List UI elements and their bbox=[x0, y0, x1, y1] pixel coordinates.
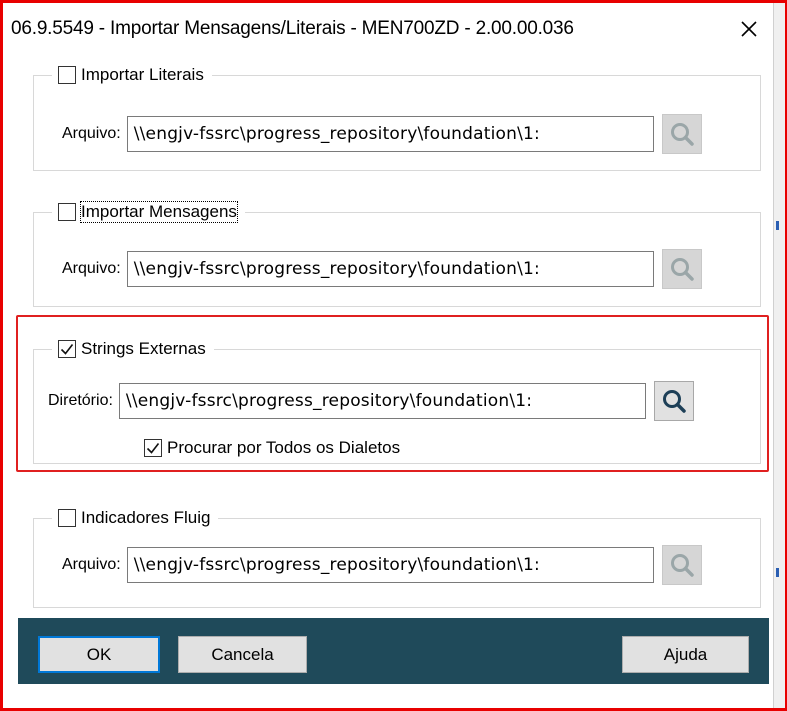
indicadores-fluig-toggle[interactable]: Indicadores Fluig bbox=[52, 505, 219, 531]
background-window-edge bbox=[773, 3, 785, 708]
strings-externas-label: Strings Externas bbox=[81, 339, 206, 358]
todos-dialetos-checkbox[interactable] bbox=[144, 439, 162, 457]
checkmark-icon bbox=[146, 443, 160, 454]
importar-mensagens-label: Importar Mensagens bbox=[80, 201, 238, 223]
literais-file-label: Arquivo: bbox=[62, 125, 121, 142]
fluig-file-input[interactable]: \\engjv-fssrc\progress_repository\founda… bbox=[126, 547, 654, 583]
importar-literais-label: Importar Literais bbox=[81, 65, 204, 84]
importar-mensagens-toggle[interactable]: Importar Mensagens bbox=[52, 199, 245, 225]
importar-literais-toggle[interactable]: Importar Literais bbox=[52, 62, 212, 88]
mensagens-search-button[interactable] bbox=[661, 249, 702, 289]
literais-file-input[interactable]: \\engjv-fssrc\progress_repository\founda… bbox=[126, 116, 654, 152]
strings-dir-row: Diretório: \\engjv-fssrc\progress_reposi… bbox=[48, 381, 694, 421]
close-button[interactable] bbox=[731, 11, 767, 47]
strings-dir-label: Diretório: bbox=[48, 392, 113, 409]
search-icon bbox=[670, 123, 694, 146]
checkmark-icon bbox=[60, 344, 74, 355]
strings-externas-toggle[interactable]: Strings Externas bbox=[52, 336, 214, 362]
button-bar: OK Cancela Ajuda bbox=[18, 618, 769, 684]
close-icon bbox=[741, 21, 757, 37]
ok-button[interactable]: OK bbox=[38, 636, 160, 673]
mensagens-file-input[interactable]: \\engjv-fssrc\progress_repository\founda… bbox=[126, 251, 654, 287]
help-button[interactable]: Ajuda bbox=[622, 636, 749, 673]
fluig-file-row: Arquivo: \\engjv-fssrc\progress_reposito… bbox=[62, 545, 702, 585]
literais-file-row: Arquivo: \\engjv-fssrc\progress_reposito… bbox=[62, 114, 702, 154]
title-bar: 06.9.5549 - Importar Mensagens/Literais … bbox=[3, 3, 773, 55]
search-icon bbox=[670, 258, 694, 281]
indicadores-fluig-checkbox[interactable] bbox=[58, 509, 76, 527]
cancel-button[interactable]: Cancela bbox=[178, 636, 307, 673]
fluig-search-button[interactable] bbox=[661, 545, 702, 585]
search-icon bbox=[662, 390, 686, 413]
todos-dialetos-label: Procurar por Todos os Dialetos bbox=[167, 438, 401, 457]
fluig-file-label: Arquivo: bbox=[62, 556, 121, 573]
strings-externas-checkbox[interactable] bbox=[58, 340, 76, 358]
importar-literais-checkbox[interactable] bbox=[58, 66, 76, 84]
importar-mensagens-checkbox[interactable] bbox=[58, 203, 76, 221]
dialog-bottom-margin bbox=[3, 684, 773, 708]
search-icon bbox=[670, 554, 694, 577]
edge-mark bbox=[776, 221, 779, 230]
window-title: 06.9.5549 - Importar Mensagens/Literais … bbox=[11, 18, 574, 39]
strings-search-button[interactable] bbox=[653, 381, 694, 421]
indicadores-fluig-label: Indicadores Fluig bbox=[81, 508, 211, 527]
literais-search-button[interactable] bbox=[661, 114, 702, 154]
strings-dir-input[interactable]: \\engjv-fssrc\progress_repository\founda… bbox=[118, 383, 646, 419]
todos-dialetos-option[interactable]: Procurar por Todos os Dialetos bbox=[144, 438, 400, 458]
mensagens-file-label: Arquivo: bbox=[62, 260, 121, 277]
edge-mark bbox=[776, 568, 779, 577]
mensagens-file-row: Arquivo: \\engjv-fssrc\progress_reposito… bbox=[62, 249, 702, 289]
